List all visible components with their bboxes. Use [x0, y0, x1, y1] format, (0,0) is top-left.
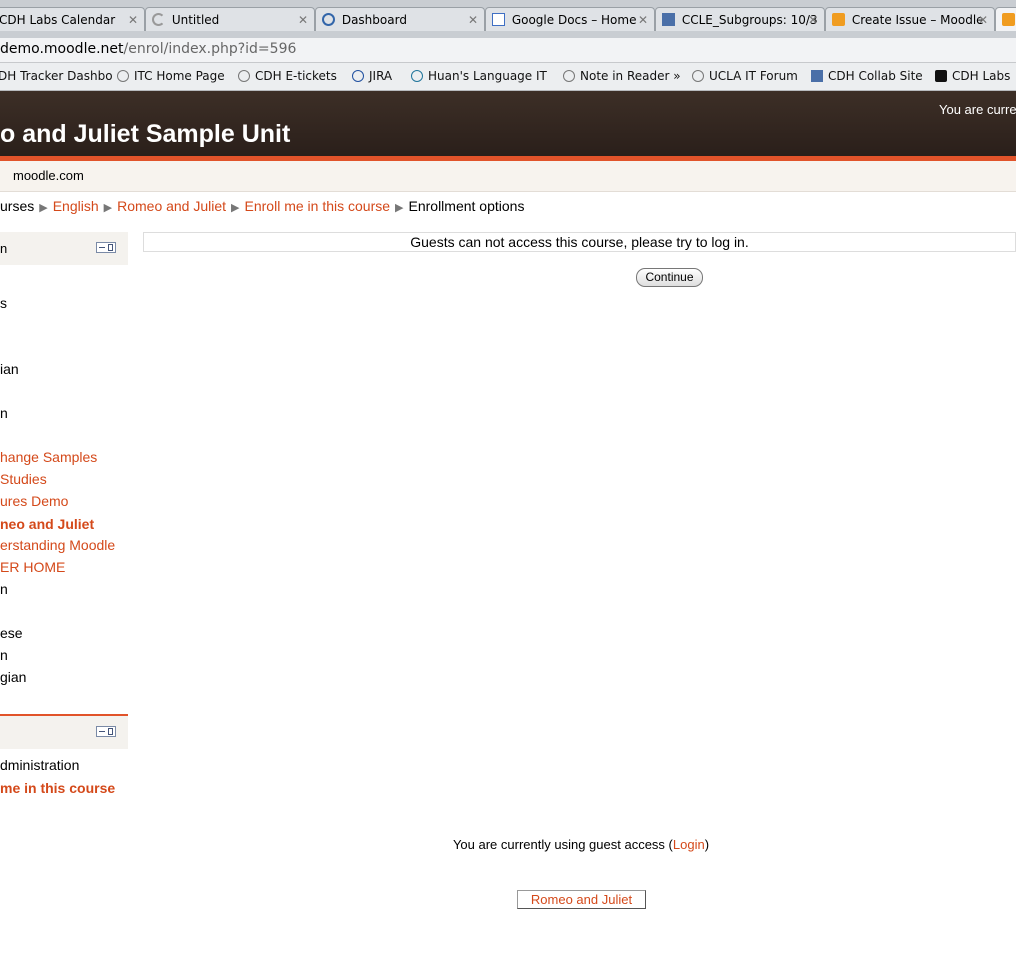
- url-host: demo.moodle.net: [0, 41, 124, 57]
- jira-dashboard-icon: [322, 13, 335, 26]
- jira-icon: [352, 70, 364, 82]
- sidebar-item[interactable]: Studies: [0, 471, 47, 487]
- tab-active[interactable]: [995, 7, 1016, 31]
- cdh-labs-icon: [935, 70, 947, 82]
- close-icon[interactable]: ✕: [128, 8, 138, 31]
- bookmark-label: DH Tracker Dashbo: [0, 69, 113, 83]
- bookmark-jira[interactable]: JIRA: [352, 69, 392, 83]
- tab-google-docs[interactable]: Google Docs – Home ✕: [485, 7, 655, 31]
- tab-label: CCLE_Subgroups: 10/3: [681, 13, 818, 27]
- bookmark-cdh-etickets[interactable]: CDH E-tickets: [238, 69, 337, 83]
- bookmarks-bar: DH Tracker Dashbo ITC Home Page CDH E-ti…: [0, 63, 1016, 91]
- login-info: You are curre: [939, 102, 1016, 117]
- breadcrumb-enroll[interactable]: Enroll me in this course: [245, 198, 391, 214]
- sidebar-item[interactable]: n: [0, 581, 8, 597]
- close-icon[interactable]: ✕: [298, 8, 308, 31]
- sidebar-item[interactable]: n: [0, 647, 8, 663]
- close-icon[interactable]: ✕: [638, 8, 648, 31]
- tab-untitled[interactable]: Untitled ✕: [145, 7, 315, 31]
- breadcrumb-separator-icon: ▶: [103, 202, 113, 214]
- continue-button[interactable]: Continue: [636, 268, 703, 287]
- tab-cdh-labs-calendar[interactable]: CDH Labs Calendar ✕: [0, 7, 145, 31]
- navigation-block-header: n: [0, 232, 128, 265]
- bookmark-label: ITC Home Page: [134, 69, 225, 83]
- ucla-icon: [662, 13, 675, 26]
- ucla-icon: [811, 70, 823, 82]
- sidebar-item[interactable]: ese: [0, 625, 23, 641]
- bookmark-note-in-reader[interactable]: Note in Reader »: [563, 69, 681, 83]
- bookmark-itc-home[interactable]: ITC Home Page: [117, 69, 225, 83]
- tab-label: Create Issue – Moodle: [851, 13, 984, 27]
- bookmark-cdh-collab[interactable]: CDH Collab Site: [811, 69, 923, 83]
- block-dock-icon[interactable]: [96, 242, 116, 253]
- sidebar-item[interactable]: ER HOME: [0, 559, 65, 575]
- block-title: n: [0, 241, 8, 256]
- bookmark-label: CDH Collab Site: [828, 69, 923, 83]
- tab-label: Google Docs – Home: [511, 13, 637, 27]
- breadcrumb-romeo-and-juliet[interactable]: Romeo and Juliet: [117, 198, 226, 214]
- sidebar-item[interactable]: erstanding Moodle: [0, 537, 115, 553]
- sidebar-item-current-course[interactable]: neo and Juliet: [0, 516, 94, 532]
- breadcrumb-separator-icon: ▶: [395, 202, 404, 214]
- sidebar-item[interactable]: hange Samples: [0, 449, 97, 465]
- browser-tab-strip: CDH Labs Calendar ✕ Untitled ✕ Dashboard…: [0, 0, 1016, 38]
- bookmark-dh-tracker[interactable]: DH Tracker Dashbo: [0, 69, 113, 83]
- login-link[interactable]: Login: [673, 837, 705, 852]
- guest-access-close: ): [704, 837, 710, 852]
- course-title: o and Juliet Sample Unit: [0, 120, 291, 148]
- bookmark-label: Huan's Language IT: [428, 69, 547, 83]
- globe-icon: [238, 70, 250, 82]
- tab-dashboard[interactable]: Dashboard ✕: [315, 7, 485, 31]
- tab-label: Dashboard: [341, 13, 407, 27]
- close-icon[interactable]: ✕: [468, 8, 478, 31]
- sidebar-item[interactable]: gian: [0, 669, 26, 685]
- moodle-icon: [1002, 13, 1015, 26]
- bookmark-ucla-it-forum[interactable]: UCLA IT Forum: [692, 69, 798, 83]
- guest-access-info: You are currently using guest access (Lo…: [0, 837, 1016, 852]
- tab-label: CDH Labs Calendar: [0, 13, 116, 27]
- breadcrumb-courses[interactable]: urses: [0, 198, 34, 214]
- tab-ccle-subgroups[interactable]: CCLE_Subgroups: 10/3 ✕: [655, 7, 825, 31]
- sidebar-item[interactable]: ures Demo: [0, 493, 68, 509]
- bookmark-label: UCLA IT Forum: [709, 69, 798, 83]
- sidebar-item[interactable]: s: [0, 295, 7, 311]
- close-icon[interactable]: ✕: [808, 8, 818, 31]
- loading-icon: [152, 13, 165, 26]
- moodle-icon: [832, 13, 845, 26]
- site-link[interactable]: moodle.com: [13, 168, 84, 183]
- tab-create-issue[interactable]: Create Issue – Moodle ✕: [825, 7, 995, 31]
- custom-menu-bar: moodle.com: [0, 161, 1016, 192]
- bookmark-cdh-labs[interactable]: CDH Labs: [935, 69, 1010, 83]
- wordpress-icon: [411, 70, 423, 82]
- site-header: o and Juliet Sample Unit You are curre: [0, 91, 1016, 156]
- globe-icon: [563, 70, 575, 82]
- sidebar-item[interactable]: ian: [0, 361, 19, 377]
- guest-access-text: You are currently using guest access (: [452, 837, 673, 852]
- breadcrumb-separator-icon: ▶: [231, 202, 240, 214]
- sidebar-item-enroll-me[interactable]: me in this course: [0, 780, 115, 796]
- breadcrumb: urses ▶ English ▶ Romeo and Juliet ▶ Enroll me…: [0, 198, 524, 214]
- settings-block-header: [0, 714, 128, 749]
- bookmark-label: Note in Reader »: [580, 69, 681, 83]
- breadcrumb-separator-icon: ▶: [39, 202, 48, 214]
- globe-icon: [117, 70, 129, 82]
- bookmark-label: JIRA: [369, 69, 393, 83]
- breadcrumb-current: Enrollment options: [408, 198, 525, 214]
- breadcrumb-english[interactable]: English: [53, 198, 99, 214]
- guest-access-notice: Guests can not access this course, pleas…: [143, 232, 1016, 252]
- tab-label: Untitled: [171, 13, 220, 27]
- bookmark-label: CDH Labs: [952, 69, 1011, 83]
- sidebar-item[interactable]: n: [0, 405, 8, 421]
- block-dock-icon[interactable]: [96, 726, 116, 737]
- course-home-button[interactable]: Romeo and Juliet: [517, 890, 646, 909]
- close-icon[interactable]: ✕: [978, 8, 988, 31]
- bookmark-label: CDH E-tickets: [255, 69, 337, 83]
- sidebar-item-administration[interactable]: dministration: [0, 757, 79, 773]
- google-docs-icon: [492, 13, 505, 26]
- bookmark-huans-language[interactable]: Huan's Language IT: [411, 69, 547, 83]
- url-path: /enrol/index.php?id=596: [123, 41, 297, 57]
- url-field[interactable]: demo.moodle.net/enrol/index.php?id=596: [0, 41, 296, 57]
- globe-icon: [692, 70, 704, 82]
- address-bar[interactable]: demo.moodle.net/enrol/index.php?id=596: [0, 38, 1016, 63]
